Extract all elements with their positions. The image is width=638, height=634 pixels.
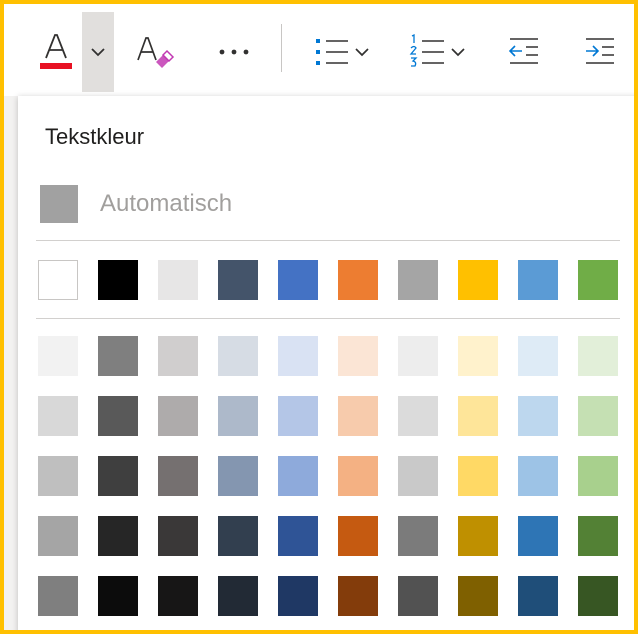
screenshot-frame: Tekstkleur Automatisch [0, 0, 638, 634]
shade-color-swatch[interactable] [458, 516, 498, 556]
theme-color-swatch[interactable] [398, 260, 438, 300]
font-color-dropdown[interactable] [82, 12, 114, 92]
shade-color-swatch[interactable] [578, 456, 618, 496]
shade-color-swatch[interactable] [338, 336, 378, 376]
chevron-down-icon [91, 48, 105, 57]
shade-color-swatch[interactable] [158, 456, 198, 496]
shade-color-swatch[interactable] [458, 336, 498, 376]
more-options-button[interactable] [208, 12, 260, 92]
theme-color-swatch[interactable] [518, 260, 558, 300]
shade-color-swatch[interactable] [218, 336, 258, 376]
shade-color-swatch[interactable] [338, 456, 378, 496]
theme-color-swatch[interactable] [278, 260, 318, 300]
shade-color-swatch[interactable] [338, 576, 378, 616]
shade-color-swatch[interactable] [158, 396, 198, 436]
decrease-indent-button[interactable] [498, 12, 550, 92]
shade-color-swatch[interactable] [518, 576, 558, 616]
shade-color-swatch[interactable] [218, 516, 258, 556]
shade-color-swatch[interactable] [218, 456, 258, 496]
divider-bottom [36, 318, 620, 319]
shade-color-swatch[interactable] [278, 336, 318, 376]
shade-color-swatch[interactable] [38, 396, 78, 436]
shade-color-swatch[interactable] [398, 516, 438, 556]
theme-color-swatch[interactable] [458, 260, 498, 300]
divider-top [36, 240, 620, 241]
shade-color-swatch[interactable] [158, 576, 198, 616]
theme-color-swatch[interactable] [218, 260, 258, 300]
toolbar-separator [281, 24, 282, 72]
theme-color-swatch[interactable] [578, 260, 618, 300]
clear-formatting-icon [137, 37, 175, 68]
shade-color-swatch[interactable] [98, 456, 138, 496]
shade-color-swatch[interactable] [158, 516, 198, 556]
shade-color-swatch[interactable] [518, 336, 558, 376]
automatic-color-label: Automatisch [100, 190, 233, 217]
shade-color-swatch[interactable] [518, 396, 558, 436]
theme-color-swatch[interactable] [98, 260, 138, 300]
shade-color-swatch[interactable] [338, 396, 378, 436]
shade-color-swatch[interactable] [278, 456, 318, 496]
shade-color-swatch[interactable] [98, 396, 138, 436]
shade-color-swatch[interactable] [458, 396, 498, 436]
shade-color-swatch[interactable] [38, 576, 78, 616]
shade-color-swatch[interactable] [578, 516, 618, 556]
theme-color-swatch[interactable] [158, 260, 198, 300]
bulleted-list-icon [316, 39, 369, 65]
shade-color-swatch[interactable] [578, 396, 618, 436]
theme-color-swatch[interactable] [38, 260, 78, 300]
shade-color-swatch[interactable] [338, 516, 378, 556]
shade-color-swatch[interactable] [218, 396, 258, 436]
shade-color-swatch[interactable] [38, 456, 78, 496]
font-color-icon [40, 34, 72, 69]
shade-color-swatch[interactable] [518, 516, 558, 556]
shade-color-swatch[interactable] [398, 396, 438, 436]
font-color-button[interactable] [30, 12, 82, 92]
numbered-list-icon [409, 33, 465, 67]
shade-color-swatch[interactable] [398, 456, 438, 496]
shade-color-swatch[interactable] [398, 336, 438, 376]
shade-color-swatch[interactable] [458, 576, 498, 616]
shade-color-swatch[interactable] [398, 576, 438, 616]
ellipsis-icon [219, 49, 249, 55]
shade-color-swatch[interactable] [38, 516, 78, 556]
theme-color-swatch[interactable] [338, 260, 378, 300]
shade-color-swatch[interactable] [158, 336, 198, 376]
clear-formatting-button[interactable] [128, 12, 180, 92]
shade-color-swatch[interactable] [578, 336, 618, 376]
shade-color-swatch[interactable] [578, 576, 618, 616]
shade-color-swatch[interactable] [98, 576, 138, 616]
font-color-popup: Tekstkleur Automatisch [18, 96, 634, 630]
bullets-button[interactable] [304, 12, 388, 92]
shade-color-swatch[interactable] [38, 336, 78, 376]
shade-color-swatch[interactable] [218, 576, 258, 616]
automatic-color-option[interactable]: Automatisch [40, 185, 233, 223]
shade-color-swatch[interactable] [278, 396, 318, 436]
shade-color-swatch[interactable] [278, 576, 318, 616]
automatic-color-swatch [40, 185, 78, 223]
increase-indent-button[interactable] [574, 12, 626, 92]
shade-color-swatch[interactable] [518, 456, 558, 496]
decrease-indent-icon [508, 38, 538, 64]
shade-color-swatch[interactable] [278, 516, 318, 556]
increase-indent-icon [586, 38, 614, 64]
shade-color-swatch[interactable] [98, 336, 138, 376]
shade-color-swatch[interactable] [458, 456, 498, 496]
ribbon-toolbar [4, 4, 634, 96]
popup-title: Tekstkleur [45, 124, 145, 149]
shade-color-swatch[interactable] [98, 516, 138, 556]
numbering-button[interactable] [400, 12, 484, 92]
